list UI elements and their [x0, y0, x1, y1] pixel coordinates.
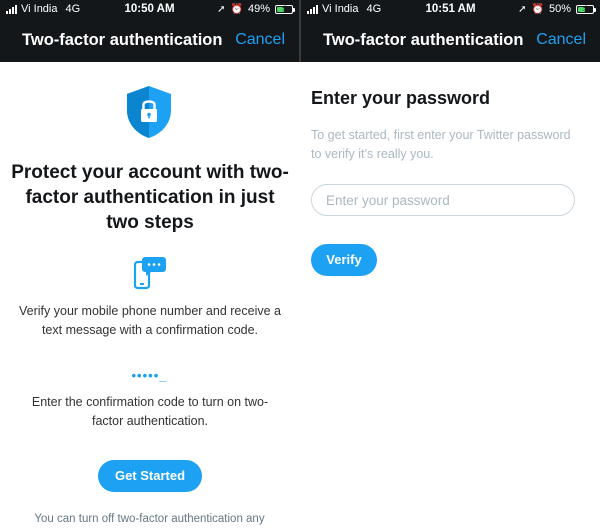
password-input[interactable]: [311, 184, 575, 216]
verify-button[interactable]: Verify: [311, 244, 377, 276]
cancel-button[interactable]: Cancel: [536, 31, 586, 49]
step2-text: Enter the confirmation code to turn on t…: [31, 395, 269, 428]
page-title: Two-factor authentication: [22, 31, 223, 49]
right-screen: Vi India 4G 10:51 AM ➚ ⏰ 50% ⚡ Two-facto…: [301, 0, 600, 532]
page-title: Two-factor authentication: [323, 31, 524, 49]
phone-message-icon: [133, 257, 166, 290]
battery-percent: 50%: [548, 3, 571, 15]
status-bar: Vi India 4G 10:51 AM ➚ ⏰ 50% ⚡: [301, 2, 600, 18]
code-dots: •••••_: [131, 368, 168, 383]
password-subtitle: To get started, first enter your Twitter…: [311, 128, 571, 161]
shield-lock-icon: [127, 86, 171, 138]
location-icon: ➚: [518, 3, 527, 15]
cancel-button[interactable]: Cancel: [235, 31, 285, 49]
password-heading: Enter your password: [311, 88, 491, 108]
battery-icon: ⚡: [275, 3, 295, 14]
nav-header: Vi India 4G 10:51 AM ➚ ⏰ 50% ⚡ Two-facto…: [301, 0, 600, 62]
location-icon: ➚: [217, 3, 226, 15]
status-bar: Vi India 4G 10:50 AM ➚ ⏰ 49% ⚡: [0, 2, 299, 18]
battery-percent: 49%: [247, 3, 270, 15]
nav-header: Vi India 4G 10:50 AM ➚ ⏰ 49% ⚡ Two-facto…: [0, 0, 299, 62]
left-screen: Vi India 4G 10:50 AM ➚ ⏰ 49% ⚡ Two-facto…: [0, 0, 299, 532]
battery-icon: ⚡: [576, 3, 596, 14]
headline: Protect your account with two-factor aut…: [11, 162, 289, 233]
get-started-button[interactable]: Get Started: [98, 460, 202, 492]
alarm-icon: ⏰: [531, 3, 544, 15]
step1-text: Verify your mobile phone number and rece…: [19, 304, 281, 337]
alarm-icon: ⏰: [230, 3, 243, 15]
footnote: You can turn off two-factor authenticati…: [34, 513, 265, 525]
